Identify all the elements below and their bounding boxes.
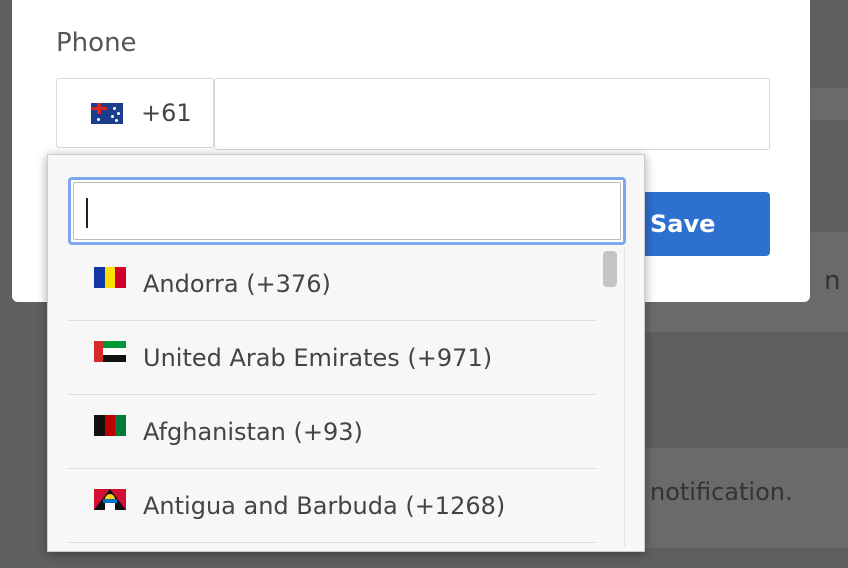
country-search-focus-ring [68, 177, 626, 245]
country-dropdown: Andorra (+376) United Arab Emirates (+97… [47, 154, 645, 552]
background-text: n fr [824, 266, 848, 296]
text-caret [86, 198, 88, 228]
country-option-antigua[interactable]: Antigua and Barbuda (+1268) [68, 469, 596, 543]
country-code-value: +61 [141, 99, 192, 127]
australia-flag-icon [91, 102, 123, 124]
country-option-label: United Arab Emirates (+971) [143, 344, 493, 372]
andorra-flag-icon [94, 267, 126, 288]
country-option-andorra[interactable]: Andorra (+376) [68, 247, 596, 321]
list-scrollbar-track[interactable] [598, 247, 626, 547]
country-option-label: Andorra (+376) [143, 270, 331, 298]
country-option-label: Afghanistan (+93) [143, 418, 363, 446]
uae-flag-icon [94, 341, 126, 362]
country-search-input[interactable] [73, 182, 621, 240]
phone-label: Phone [56, 28, 137, 58]
country-option-uae[interactable]: United Arab Emirates (+971) [68, 321, 596, 395]
afghanistan-flag-icon [94, 415, 126, 436]
country-option-afghanistan[interactable]: Afghanistan (+93) [68, 395, 596, 469]
country-option-label: Antigua and Barbuda (+1268) [143, 492, 506, 520]
background-text: notification. [650, 478, 793, 506]
antigua-flag-icon [94, 489, 126, 510]
country-list: Andorra (+376) United Arab Emirates (+97… [68, 247, 596, 547]
phone-number-input[interactable] [214, 78, 770, 150]
list-scrollbar-thumb[interactable] [603, 251, 617, 287]
country-code-selector[interactable]: +61 [56, 78, 214, 148]
